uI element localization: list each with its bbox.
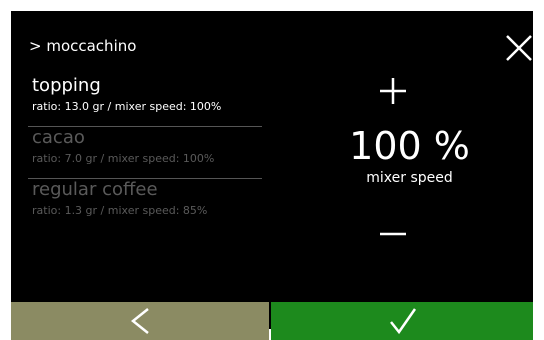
- screen: > moccachino topping ratio: 13.0 gr / mi…: [11, 11, 534, 340]
- confirm-button[interactable]: [271, 302, 533, 340]
- ingredient-item-topping[interactable]: topping ratio: 13.0 gr / mixer speed: 10…: [28, 75, 262, 126]
- chevron-left-icon: [130, 308, 149, 334]
- mixer-speed-value: 100 %: [349, 124, 470, 168]
- ingredient-detail: ratio: 13.0 gr / mixer speed: 100%: [32, 100, 222, 113]
- ingredient-item-cacao[interactable]: cacao ratio: 7.0 gr / mixer speed: 100%: [28, 126, 262, 178]
- minus-icon: [380, 232, 406, 236]
- increase-button[interactable]: [378, 76, 408, 106]
- back-button[interactable]: [11, 302, 269, 340]
- checkmark-icon: [390, 308, 417, 335]
- ingredient-name: topping: [32, 75, 101, 96]
- ingredient-item-regular-coffee[interactable]: regular coffee ratio: 1.3 gr / mixer spe…: [28, 178, 262, 230]
- footer-bar: [11, 302, 533, 340]
- close-button[interactable]: [504, 33, 534, 63]
- decrease-button[interactable]: [378, 222, 408, 236]
- ingredient-name: regular coffee: [32, 179, 158, 200]
- ingredient-name: cacao: [32, 127, 85, 148]
- close-icon: [506, 35, 532, 61]
- breadcrumb: > moccachino: [29, 37, 137, 55]
- ingredient-list: topping ratio: 13.0 gr / mixer speed: 10…: [28, 75, 262, 230]
- ingredient-detail: ratio: 7.0 gr / mixer speed: 100%: [32, 152, 215, 165]
- plus-icon: [380, 78, 406, 104]
- ingredient-detail: ratio: 1.3 gr / mixer speed: 85%: [32, 204, 208, 217]
- mixer-speed-label: mixer speed: [366, 170, 453, 186]
